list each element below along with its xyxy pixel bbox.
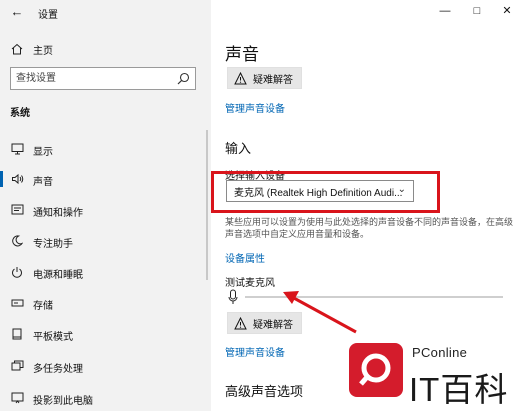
input-manage-sound-devices-link[interactable]: 管理声音设备 [225, 344, 285, 359]
arrow-left-icon[interactable]: ← [9, 4, 25, 20]
sidebar-item-display[interactable]: 显示 [0, 138, 211, 160]
warning-icon [234, 71, 247, 84]
pconline-logo-icon [349, 343, 403, 397]
sidebar-item-label: 专注助手 [33, 239, 73, 250]
sidebar-item-notifications[interactable]: 通知和操作 [0, 199, 211, 221]
manage-sound-devices-link[interactable]: 管理声音设备 [225, 100, 285, 115]
close-icon[interactable]: ✕ [500, 4, 514, 18]
sidebar-item-label: 主页 [33, 45, 53, 57]
troubleshoot-label: 疑难解答 [253, 319, 293, 331]
project-icon [10, 391, 24, 405]
page-title: 声音 [225, 45, 259, 64]
input-description: 某些应用可以设置为使用与此处选择的声音设备不同的声音设备，在高级声音选项中自定义… [225, 217, 514, 239]
mic-level-meter [225, 289, 503, 305]
watermark-text: IT百科 [409, 371, 509, 408]
troubleshoot-button[interactable]: 疑难解答 [227, 67, 302, 89]
window-title: 设置 [38, 10, 58, 21]
maximize-icon[interactable]: □ [470, 4, 484, 18]
sidebar-item-power[interactable]: 电源和睡眠 [0, 261, 211, 283]
mic-level-track [245, 296, 503, 298]
sidebar-item-sound[interactable]: 声音 [0, 168, 211, 190]
moon-icon [10, 234, 24, 248]
input-heading: 输入 [225, 141, 252, 156]
search-icon[interactable] [177, 72, 190, 85]
sidebar-item-project[interactable]: 投影到此电脑 [0, 387, 211, 409]
minimize-icon[interactable]: — [438, 4, 452, 18]
device-properties-link[interactable]: 设备属性 [225, 250, 265, 265]
sidebar-item-label: 显示 [33, 147, 53, 158]
sidebar-item-storage[interactable]: 存储 [0, 292, 211, 314]
input-troubleshoot-button[interactable]: 疑难解答 [227, 312, 302, 334]
storage-icon [10, 296, 24, 310]
title-bar: ← 设置 [0, 0, 211, 24]
sidebar-item-label: 电源和睡眠 [33, 270, 83, 281]
section-label-system: 系统 [10, 108, 30, 119]
search-input[interactable] [16, 71, 166, 86]
sidebar-item-label: 投影到此电脑 [33, 396, 93, 407]
sidebar-item-label: 多任务处理 [33, 364, 83, 375]
sidebar-item-label: 存储 [33, 301, 53, 312]
multitask-icon [10, 359, 24, 373]
sidebar-item-label: 通知和操作 [33, 208, 83, 219]
sidebar: ← 设置 主页 系统 显示 声音 通知和操作 专 [0, 0, 211, 411]
speaker-icon [10, 172, 24, 186]
sidebar-item-multitasking[interactable]: 多任务处理 [0, 355, 211, 377]
sidebar-item-label: 声音 [33, 177, 53, 188]
notification-icon [10, 203, 24, 217]
watermark-brand: PConline [412, 345, 468, 360]
tablet-icon [10, 327, 24, 341]
annotation-highlight-box [211, 171, 440, 213]
home-icon [10, 42, 24, 56]
sidebar-item-focus-assist[interactable]: 专注助手 [0, 230, 211, 252]
power-icon [10, 265, 24, 279]
sidebar-item-home[interactable]: 主页 [0, 38, 211, 60]
microphone-icon [228, 289, 238, 304]
display-icon [10, 142, 24, 156]
warning-icon [234, 316, 247, 329]
sidebar-item-label: 平板模式 [33, 332, 73, 343]
search-field[interactable] [10, 67, 196, 90]
advanced-sound-options-heading: 高级声音选项 [225, 384, 304, 399]
test-microphone-label: 测试麦克风 [225, 278, 275, 289]
sidebar-scrollbar[interactable] [206, 130, 208, 280]
sidebar-item-tablet-mode[interactable]: 平板模式 [0, 323, 211, 345]
watermark: PConline IT百科 [349, 341, 524, 411]
troubleshoot-label: 疑难解答 [253, 74, 293, 86]
